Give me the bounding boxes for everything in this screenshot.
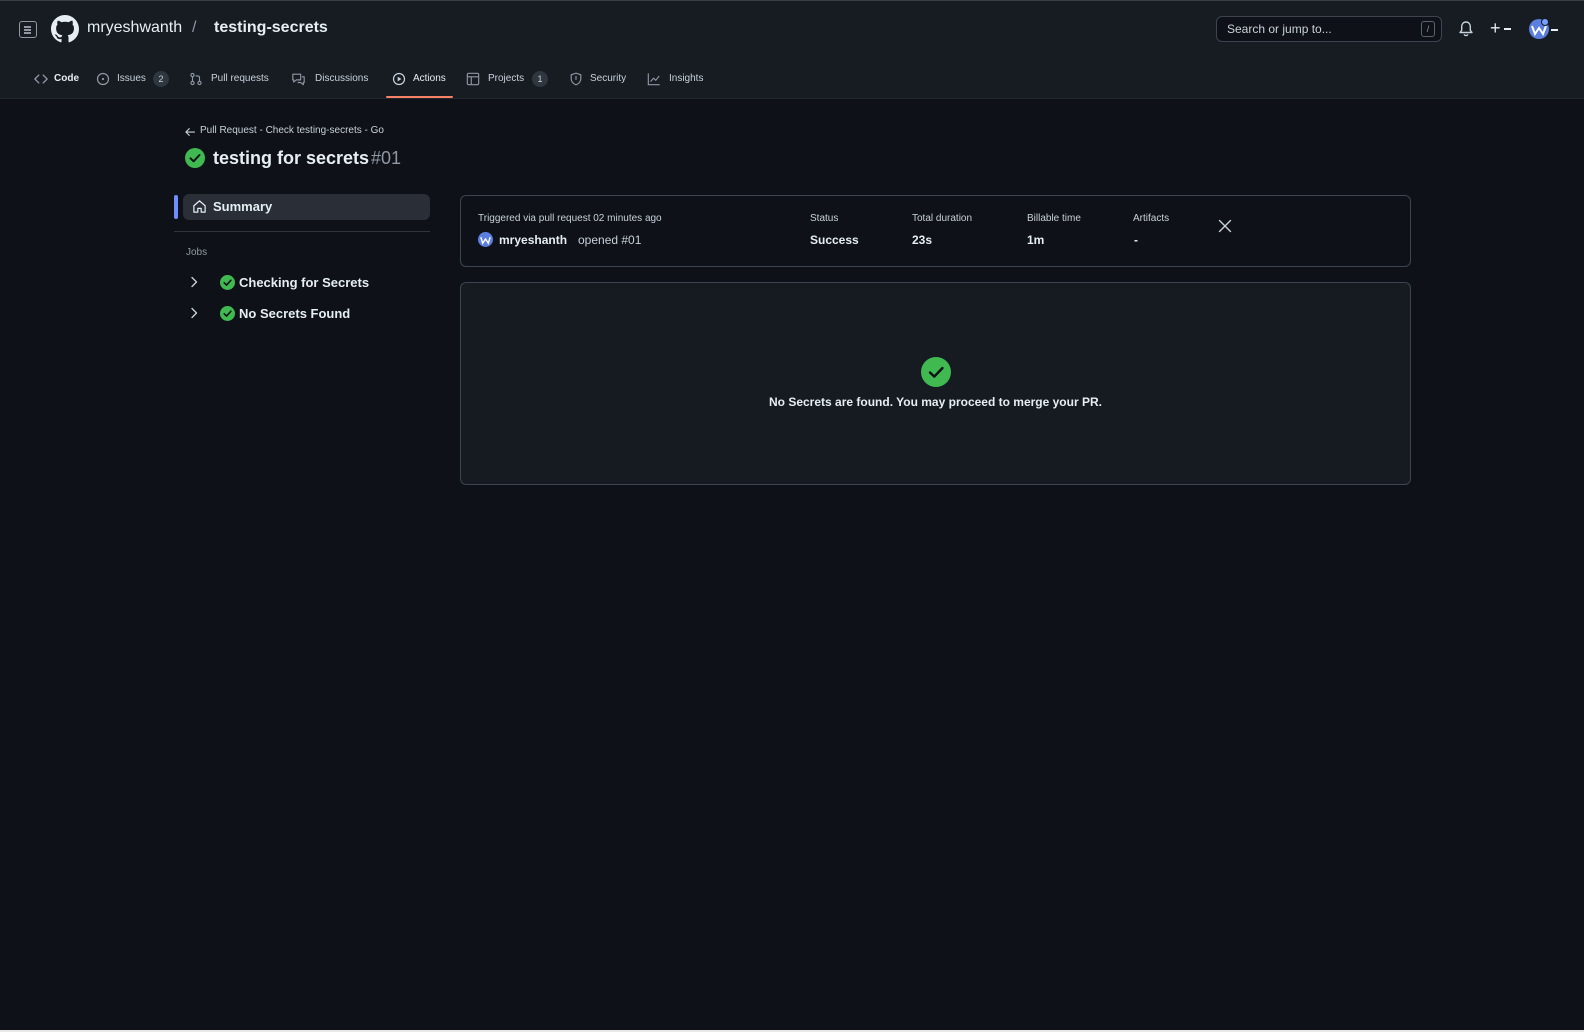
chevron-right-icon[interactable] [188,306,200,320]
billable-label: Billable time [1027,213,1081,224]
run-info-card: Triggered via pull request 02 minutes ag… [460,195,1411,267]
tab-code[interactable]: Code [34,67,84,97]
success-check-icon [220,306,235,321]
success-check-icon [185,148,205,168]
trigger-action-link[interactable]: opened #01 [578,233,641,247]
tab-security[interactable]: Security [569,67,629,97]
actor-avatar[interactable] [478,232,493,247]
tab-issues[interactable]: Issues 2 [96,67,172,97]
active-tab-underline [386,96,453,98]
home-icon [193,200,206,213]
result-card: No Secrets are found. You may proceed to… [460,282,1411,485]
tab-label: Insights [669,73,704,84]
search-input[interactable]: Search or jump to... / [1216,16,1442,42]
graph-icon [647,73,660,86]
artifacts-value: - [1134,233,1138,247]
sidebar-job-no-secrets-found[interactable]: No Secrets Found [186,301,430,325]
user-avatar[interactable] [1528,18,1550,40]
sidebar-job-checking-for-secrets[interactable]: Checking for Secrets [186,270,430,294]
close-icon[interactable] [1218,219,1232,233]
play-icon [392,72,406,86]
tab-discussions[interactable]: Discussions [291,67,371,97]
plus-icon: + [1490,18,1501,38]
dropdown-caret-icon [1504,28,1511,30]
arrow-left-icon [185,128,196,136]
tab-label: Security [590,73,627,84]
hamburger-menu-icon[interactable] [19,21,37,38]
actor-link[interactable]: mryeshanth [499,233,567,247]
sidebar-divider [174,231,430,232]
page-title: testing for secrets [213,148,370,168]
projects-count-badge: 1 [532,71,548,87]
sidebar-item-label: Summary [213,199,273,214]
tab-label: Actions [413,73,446,84]
create-new-button[interactable]: + [1490,18,1516,38]
path-separator: / [192,19,197,36]
issue-icon [96,72,110,86]
duration-label: Total duration [912,213,973,224]
shield-icon [570,72,582,86]
search-shortcut-key: / [1421,21,1435,37]
issues-count-badge: 2 [153,71,169,87]
breadcrumb: Pull Request - Check testing-secrets - G… [200,125,384,136]
github-logo-icon[interactable] [51,15,79,43]
tab-label: Pull requests [211,73,269,84]
tab-label: Projects [488,73,525,84]
status-value: Success [810,233,859,247]
tab-label: Discussions [315,73,369,84]
tab-label: Code [54,73,79,84]
tab-projects[interactable]: Projects 1 [466,67,550,97]
table-icon [466,72,480,86]
duration-value: 23s [912,233,933,247]
status-label: Status [810,213,839,224]
success-check-icon [220,275,235,290]
discussion-icon [292,73,305,86]
sidebar-item-summary[interactable]: Summary [183,194,430,220]
trigger-text: Triggered via pull request 02 minutes ag… [478,213,662,224]
repo-owner-link[interactable]: mryeshwanth [87,19,182,37]
run-number: #01 [371,148,402,168]
job-label: Checking for Secrets [239,275,370,290]
code-icon [34,74,48,84]
chevron-right-icon[interactable] [188,275,200,289]
top-header: mryeshwanth / testing-secrets Search or … [0,1,1584,99]
search-placeholder: Search or jump to... [1227,22,1332,36]
tab-insights[interactable]: Insights [647,67,709,97]
jobs-heading: Jobs [186,247,208,258]
summary-active-indicator [174,195,178,219]
avatar-dropdown-caret-icon [1551,29,1558,31]
pull-request-icon [190,72,202,86]
bell-icon[interactable] [1458,20,1474,38]
repo-name-link[interactable]: testing-secrets [214,19,328,37]
billable-value: 1m [1027,233,1045,247]
result-message: No Secrets are found. You may proceed to… [769,395,1102,409]
job-label: No Secrets Found [239,306,351,321]
tab-actions[interactable]: Actions [392,67,452,97]
artifacts-label: Artifacts [1133,213,1170,224]
tab-label: Issues [117,73,146,84]
tab-pull-requests[interactable]: Pull requests [189,67,274,97]
success-check-icon [921,357,951,387]
